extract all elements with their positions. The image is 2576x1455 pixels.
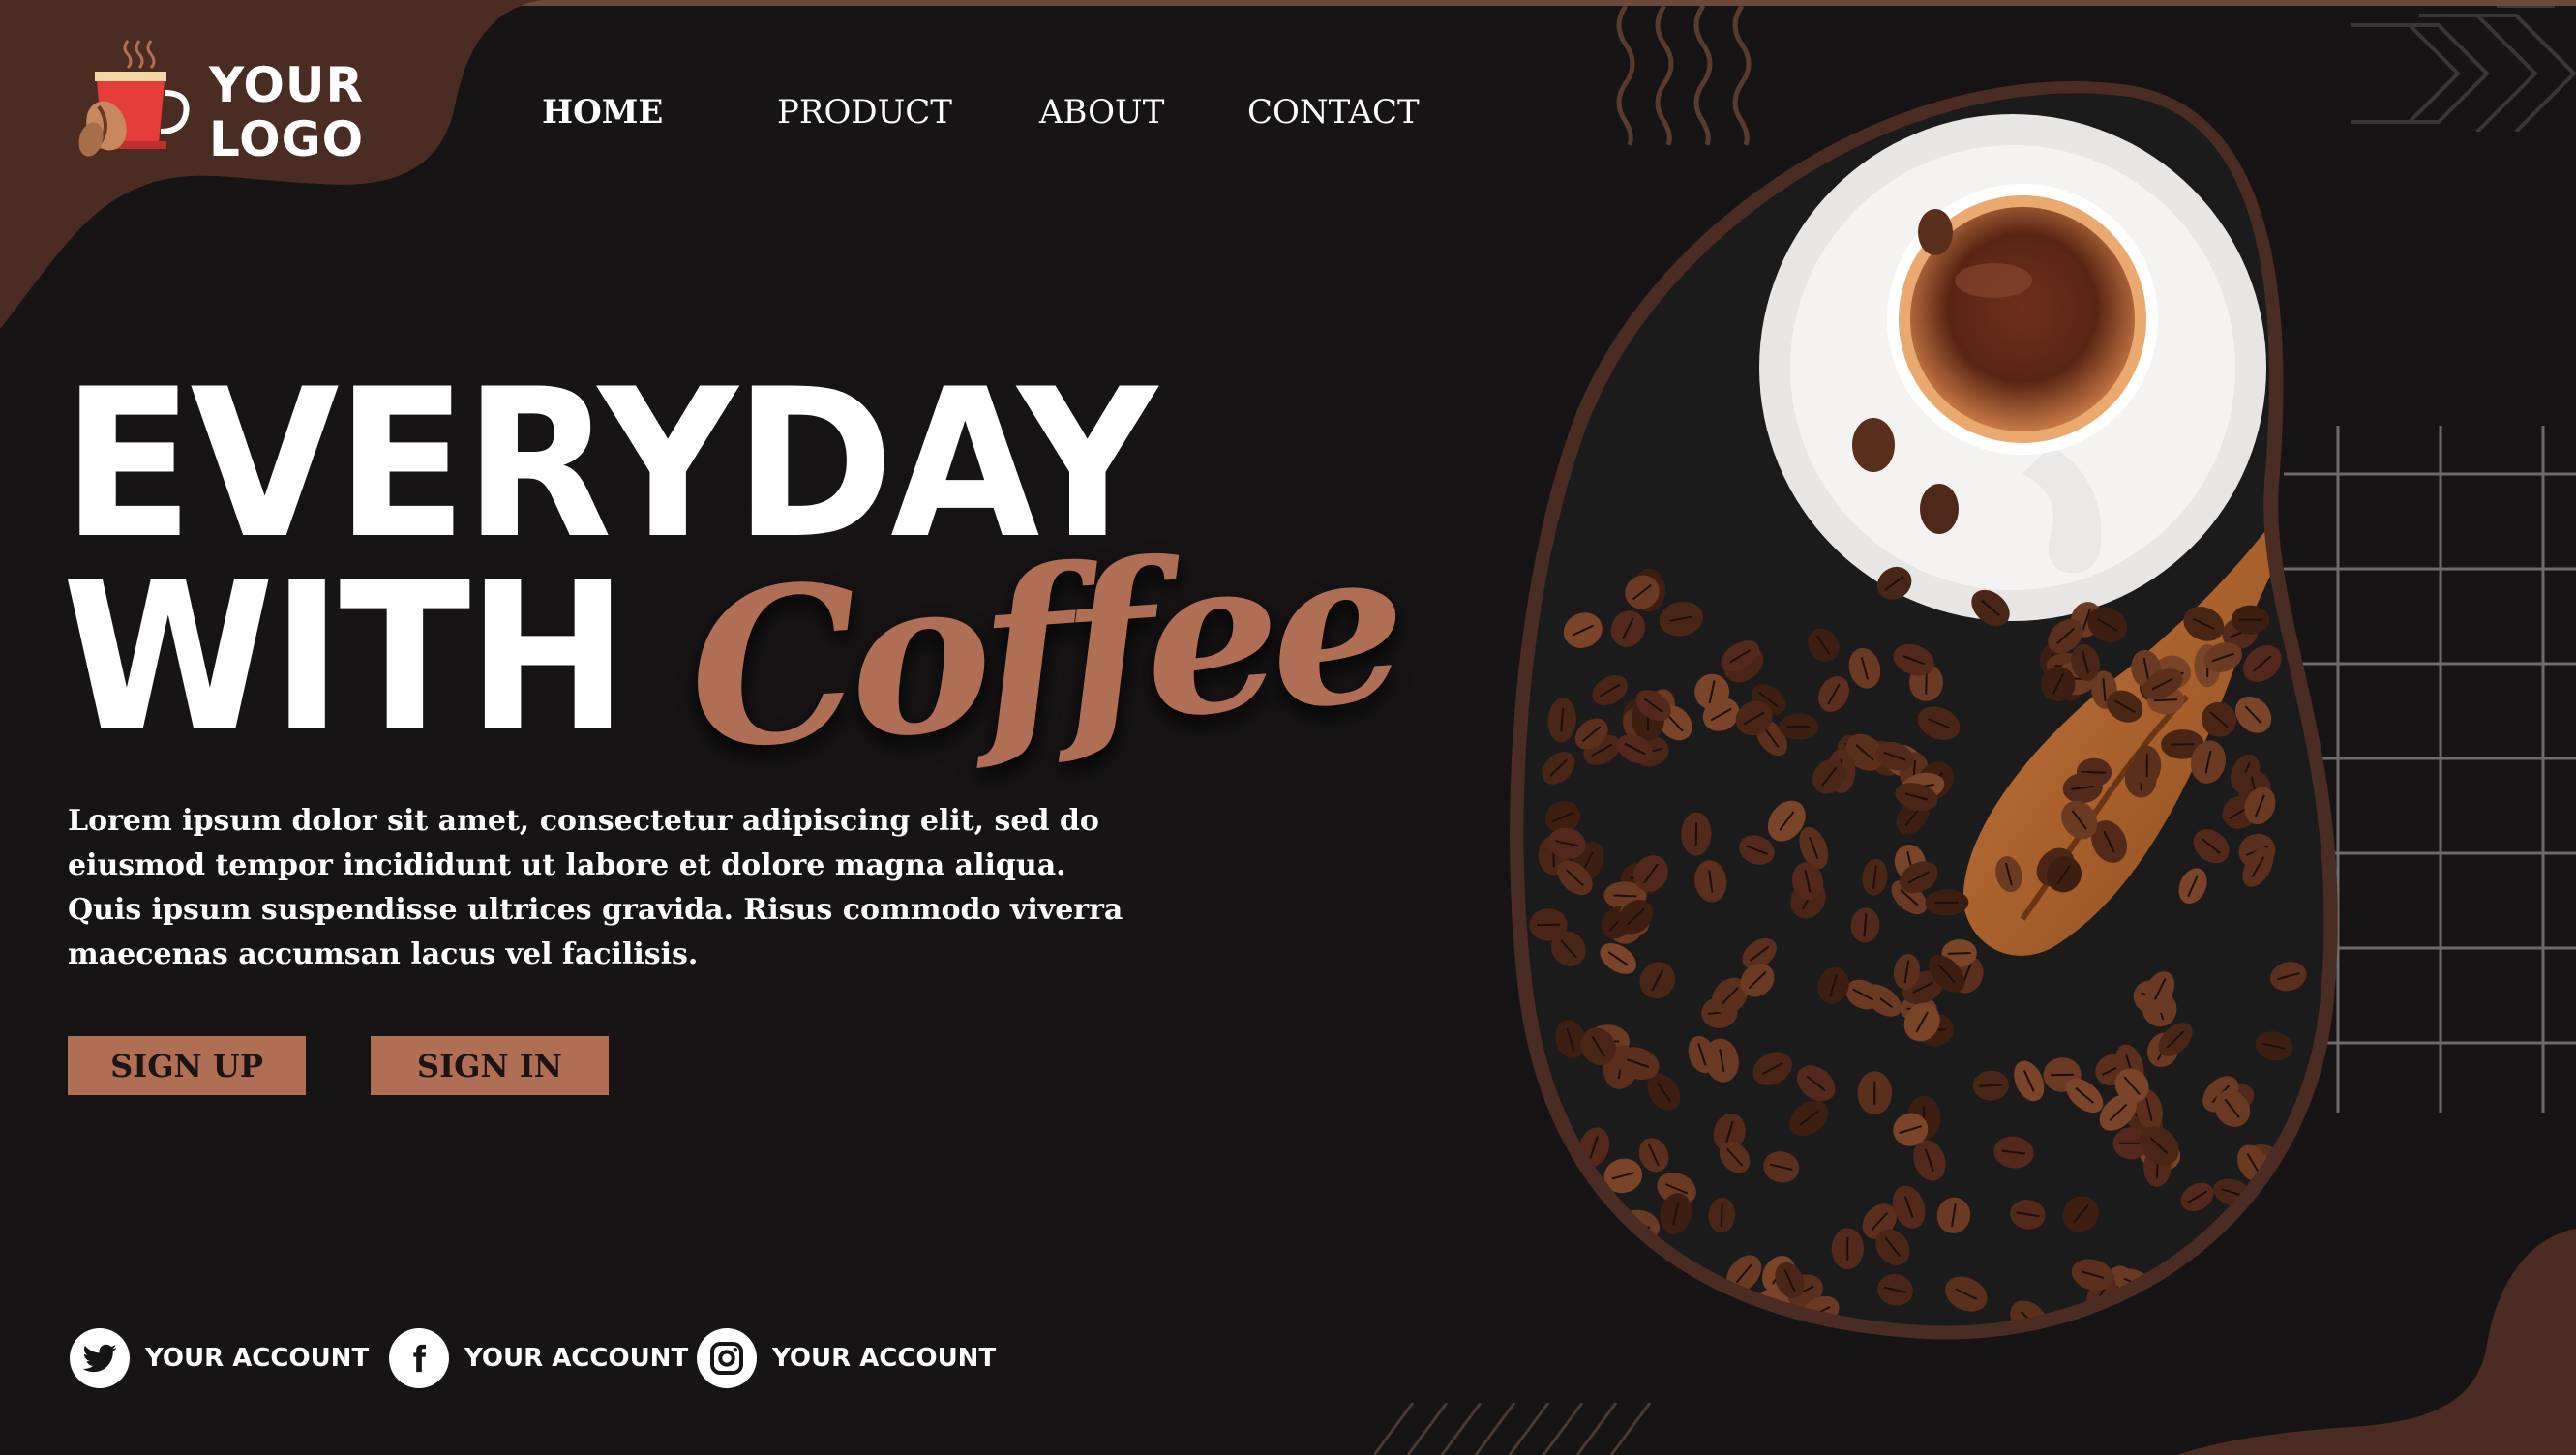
nav-home[interactable]: HOME: [542, 93, 663, 132]
coffee-bean-crease: [1599, 1242, 1616, 1262]
coffee-bean-crease: [1617, 1274, 1634, 1294]
description-line: eiusmod tempor incididunt ut labore et d…: [68, 848, 1066, 882]
hero-description: Lorem ipsum dolor sit amet, consectetur …: [68, 799, 1123, 977]
coffee-bean-crease: [2082, 770, 2107, 774]
facebook-icon: [389, 1328, 449, 1388]
description-line: Quis ipsum suspendisse ultrices gravida.…: [68, 893, 1123, 927]
social-instagram[interactable]: YOUR ACCOUNT: [697, 1327, 996, 1389]
coffee-bean-crease: [2180, 1329, 2187, 1351]
coffee-bean-crease: [1613, 894, 1637, 898]
social-label: YOUR ACCOUNT: [772, 1344, 997, 1373]
coffee-bean: [1590, 1238, 1623, 1269]
coffee-bean-crease: [1714, 1291, 1725, 1314]
coffee-bean: [2166, 1320, 2202, 1326]
coffee-bean-crease: [2244, 1304, 2265, 1320]
description-line: maecenas accumsan lacus vel facilisis.: [68, 937, 699, 971]
coffee-bean-crease: [1947, 951, 1971, 955]
social-facebook[interactable]: YOUR ACCOUNT: [389, 1327, 688, 1389]
coffee-bean-crease: [1744, 1306, 1763, 1323]
sign-in-button[interactable]: SIGN IN: [371, 1036, 609, 1095]
coffee-bean-crease: [2165, 1322, 2169, 1326]
coffee-bean: [2239, 1303, 2269, 1326]
social-label: YOUR ACCOUNT: [464, 1344, 689, 1373]
coffee-bean: [2234, 1292, 2275, 1326]
social-twitter[interactable]: YOUR ACCOUNT: [70, 1327, 369, 1389]
main-nav: HOME PRODUCT ABOUT CONTACT: [0, 93, 1452, 141]
coffee-bean: [1738, 1314, 1771, 1326]
coffee-bean: [1590, 1233, 1626, 1270]
instagram-icon: [697, 1328, 757, 1388]
headline-script-word: Coffee: [680, 497, 1405, 798]
coffee-bean-crease: [1547, 1317, 1554, 1326]
twitter-icon: [70, 1328, 130, 1388]
landing-page: YOUR LOGO HOME PRODUCT ABOUT CONTACT EVE…: [0, 0, 2576, 1455]
coffee-bean: [2150, 1315, 2184, 1326]
coffee-bean-crease: [2154, 698, 2178, 702]
coffee-bean: [1606, 1264, 1645, 1305]
coffee-bean-crease: [1750, 1324, 1760, 1326]
chevron-pattern-decoration: [2351, 6, 2576, 132]
coffee-bean-crease: [2074, 1330, 2096, 1337]
nav-product[interactable]: PRODUCT: [777, 93, 952, 132]
coffee-photo: [1510, 80, 2338, 1351]
coffee-bean-crease: [1596, 1246, 1617, 1262]
nav-contact[interactable]: CONTACT: [1247, 93, 1420, 132]
social-label: YOUR ACCOUNT: [145, 1344, 370, 1373]
coffee-bean-crease: [2250, 1310, 2258, 1326]
nav-about[interactable]: ABOUT: [1039, 93, 1164, 132]
coffee-bean-crease: [1979, 1084, 2003, 1087]
coffee-bean: [1535, 1309, 1568, 1326]
sign-up-button[interactable]: SIGN UP: [68, 1036, 306, 1095]
diagonal-lines-decoration: [1374, 1403, 1652, 1455]
description-line: Lorem ipsum dolor sit amet, consectetur …: [68, 804, 1099, 838]
